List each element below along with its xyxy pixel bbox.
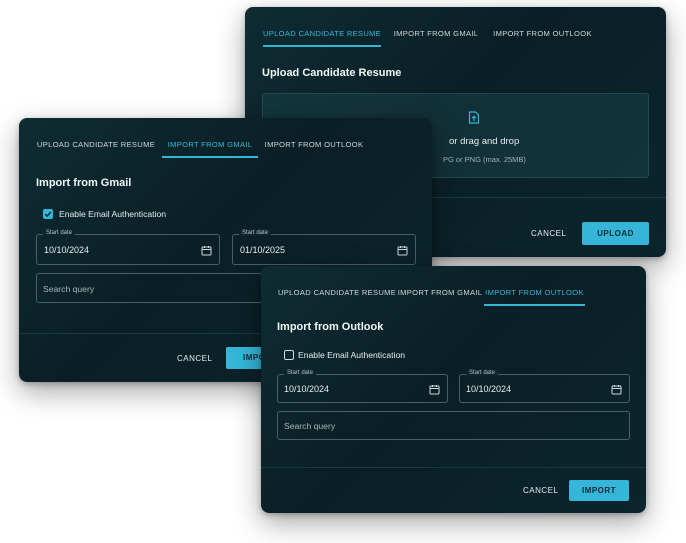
- start-date-value: 10/10/2024: [466, 384, 512, 394]
- tab-import-from-gmail[interactable]: IMPORT FROM GMAIL: [162, 140, 258, 158]
- dialog-title: Import from Outlook: [277, 321, 384, 333]
- tab-upload-candidate-resume[interactable]: UPLOAD CANDIDATE RESUME: [263, 29, 381, 47]
- start-date-value: 10/10/2024: [284, 384, 330, 394]
- tab-upload-candidate-resume[interactable]: UPLOAD CANDIDATE RESUME: [36, 140, 156, 158]
- import-outlook-dialog: UPLOAD CANDIDATE RESUME IMPORT FROM GMAI…: [261, 266, 646, 513]
- dropzone-text: or drag and drop: [449, 136, 520, 147]
- start-date-label: Start date: [466, 370, 499, 376]
- calendar-icon[interactable]: [201, 245, 212, 256]
- start-date-field[interactable]: Start date 10/10/2024: [36, 230, 220, 265]
- calendar-icon[interactable]: [429, 384, 440, 395]
- tab-import-from-outlook[interactable]: IMPORT FROM OUTLOOK: [484, 288, 585, 306]
- checkmark-icon: [44, 211, 52, 218]
- email-auth-label: Enable Email Authentication: [59, 209, 167, 219]
- start-date-field-2[interactable]: Start date 01/10/2025: [232, 230, 416, 265]
- tab-upload-candidate-resume[interactable]: UPLOAD CANDIDATE RESUME: [278, 288, 396, 306]
- upload-dialog-tabs: UPLOAD CANDIDATE RESUME IMPORT FROM GMAI…: [245, 7, 666, 47]
- start-date-label: Start date: [284, 370, 317, 376]
- calendar-icon[interactable]: [397, 245, 408, 256]
- search-query-placeholder: Search query: [43, 284, 95, 294]
- cancel-button[interactable]: CANCEL: [531, 229, 566, 238]
- tab-import-from-gmail[interactable]: IMPORT FROM GMAIL: [391, 29, 481, 47]
- dialog-title: Upload Candidate Resume: [262, 67, 402, 79]
- import-button[interactable]: IMPORT: [569, 480, 629, 501]
- calendar-icon[interactable]: [611, 384, 622, 395]
- start-date-label: Start date: [239, 230, 272, 236]
- email-auth-checkbox[interactable]: [43, 209, 53, 219]
- file-upload-icon: [468, 111, 480, 124]
- search-query-input[interactable]: Search query: [277, 411, 630, 440]
- start-date-label: Start date: [43, 230, 76, 236]
- search-query-placeholder: Search query: [284, 421, 336, 431]
- gmail-dialog-tabs: UPLOAD CANDIDATE RESUME IMPORT FROM GMAI…: [19, 118, 432, 158]
- tab-import-from-outlook[interactable]: IMPORT FROM OUTLOOK: [491, 29, 594, 47]
- upload-button[interactable]: UPLOAD: [582, 222, 649, 245]
- outlook-dialog-tabs: UPLOAD CANDIDATE RESUME IMPORT FROM GMAI…: [261, 266, 646, 306]
- tab-import-from-outlook[interactable]: IMPORT FROM OUTLOOK: [264, 140, 364, 158]
- footer-divider: [261, 467, 646, 468]
- cancel-button[interactable]: CANCEL: [523, 486, 558, 495]
- start-date-field[interactable]: Start date 10/10/2024: [277, 370, 448, 403]
- email-auth-checkbox[interactable]: [284, 350, 294, 360]
- start-date-field-2[interactable]: Start date 10/10/2024: [459, 370, 630, 403]
- tab-import-from-gmail[interactable]: IMPORT FROM GMAIL: [397, 288, 483, 306]
- email-auth-label: Enable Email Authentication: [298, 350, 406, 360]
- cancel-button[interactable]: CANCEL: [177, 354, 212, 363]
- start-date-value: 01/10/2025: [240, 245, 286, 255]
- dropzone-file-types: PG or PNG (max. 25MB): [443, 155, 526, 164]
- start-date-value: 10/10/2024: [44, 245, 90, 255]
- dialog-title: Import from Gmail: [36, 177, 132, 189]
